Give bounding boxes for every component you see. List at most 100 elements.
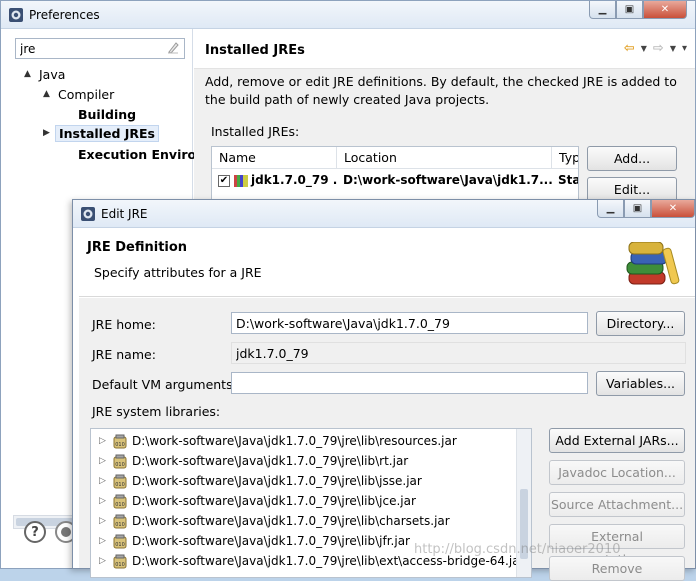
preferences-titlebar[interactable]: Preferences ▁ ▣ ✕ xyxy=(1,1,695,29)
tree-item-building[interactable]: Building xyxy=(78,105,136,123)
dialog-header: JRE Definition Specify attributes for a … xyxy=(79,228,695,297)
svg-text:010: 010 xyxy=(115,562,125,568)
library-path: D:\work-software\Java\jdk1.7.0_79\jre\li… xyxy=(132,454,409,468)
list-item[interactable]: ▷ 010 D:\work-software\Java\jdk1.7.0_79\jr… xyxy=(91,431,457,451)
library-path: D:\work-software\Java\jdk1.7.0_79\jre\li… xyxy=(132,514,450,528)
forward-dropdown-icon[interactable]: ▼ xyxy=(670,44,676,53)
variables-button[interactable]: Variables... xyxy=(596,371,685,396)
library-path: D:\work-software\Java\jdk1.7.0_79\jre\li… xyxy=(132,534,410,548)
tree-item-execution-environments[interactable]: Execution Enviro xyxy=(78,145,196,163)
svg-text:010: 010 xyxy=(115,442,125,448)
vm-arguments-label: Default VM arguments: xyxy=(92,377,237,392)
javadoc-location-button[interactable]: Javadoc Location... xyxy=(549,460,685,485)
jar-icon: 010 xyxy=(113,434,127,449)
tree-item-installed-jres[interactable]: Installed JREs xyxy=(55,124,160,142)
jre-library-banner-icon xyxy=(625,241,681,288)
svg-text:010: 010 xyxy=(115,522,125,528)
list-item[interactable]: ▷ 010 D:\work-software\Java\jdk1.7.0_79\jr… xyxy=(91,531,410,551)
vm-arguments-input[interactable] xyxy=(231,372,588,394)
svg-text:010: 010 xyxy=(115,542,125,548)
library-path: D:\work-software\Java\jdk1.7.0_79\jre\li… xyxy=(132,494,416,508)
system-libraries-label: JRE system libraries: xyxy=(92,404,221,419)
maximize-icon: ▣ xyxy=(624,4,635,15)
back-arrow-icon[interactable]: ⇦ xyxy=(624,41,635,56)
list-item[interactable]: ▷ 010 D:\work-software\Java\jdk1.7.0_79\jr… xyxy=(91,491,416,511)
directory-button[interactable]: Directory... xyxy=(596,311,685,336)
list-item[interactable]: ▷ 010 D:\work-software\Java\jdk1.7.0_79\jr… xyxy=(91,511,450,531)
installed-jres-table: Name Location Typ ✔ jdk1.7.0_79 ... D:\wo… xyxy=(211,146,579,206)
view-menu-icon[interactable]: ▾ xyxy=(682,43,687,54)
expand-icon[interactable]: ▷ xyxy=(99,496,109,506)
tree-item-compiler[interactable]: ▲ Compiler xyxy=(43,85,114,103)
close-icon: ✕ xyxy=(660,4,670,15)
help-button[interactable]: ? xyxy=(24,521,46,543)
expand-icon[interactable]: ▷ xyxy=(99,536,109,546)
column-header-type[interactable]: Typ xyxy=(552,147,578,169)
column-header-name[interactable]: Name xyxy=(212,147,337,169)
column-header-location[interactable]: Location xyxy=(337,147,552,169)
jar-icon: 010 xyxy=(113,494,127,509)
expand-icon[interactable]: ▷ xyxy=(99,516,109,526)
svg-text:010: 010 xyxy=(115,502,125,508)
page-title: Installed JREs xyxy=(205,43,305,58)
expand-icon[interactable]: ▷ xyxy=(99,556,109,566)
maximize-button[interactable]: ▣ xyxy=(624,200,651,218)
filter-box[interactable] xyxy=(15,38,185,59)
tree-item-label: Compiler xyxy=(58,86,115,102)
eclipse-app-icon xyxy=(80,206,96,222)
edit-jre-titlebar[interactable]: Edit JRE ▁ ▣ ✕ xyxy=(73,200,695,228)
default-jre-checkbox[interactable]: ✔ xyxy=(218,174,230,187)
back-dropdown-icon[interactable]: ▼ xyxy=(641,44,647,53)
list-item[interactable]: ▷ 010 D:\work-software\Java\jdk1.7.0_79\jr… xyxy=(91,471,422,491)
jar-icon: 010 xyxy=(113,474,127,489)
expand-icon[interactable]: ▶ xyxy=(43,128,53,138)
dialog-title: Edit JRE xyxy=(101,207,148,221)
eclipse-app-icon xyxy=(8,7,24,23)
filter-input[interactable] xyxy=(16,39,156,58)
page-description: Add, remove or edit JRE definitions. By … xyxy=(205,74,677,107)
minimize-icon: ▁ xyxy=(598,4,607,15)
jre-home-input[interactable] xyxy=(231,312,588,334)
tree-item-label: Java xyxy=(39,66,66,82)
collapse-icon[interactable]: ▲ xyxy=(24,69,34,79)
jre-location-cell: D:\work-software\Java\jdk1.7... xyxy=(343,173,552,187)
installed-jres-label: Installed JREs: xyxy=(211,124,300,139)
table-row[interactable]: ✔ jdk1.7.0_79 ... xyxy=(212,171,337,191)
jar-icon: 010 xyxy=(113,554,127,569)
collapse-icon[interactable]: ▲ xyxy=(43,89,53,99)
minimize-button[interactable]: ▁ xyxy=(597,200,624,218)
jre-name-label: JRE name: xyxy=(92,347,156,362)
expand-icon[interactable]: ▷ xyxy=(99,456,109,466)
page-header: Installed JREs ⇦ ▼ ⇨ ▼ ▾ xyxy=(194,29,695,69)
close-button[interactable]: ✕ xyxy=(651,200,695,218)
help-icon: ? xyxy=(31,524,39,540)
expand-icon[interactable]: ▷ xyxy=(99,476,109,486)
close-icon: ✕ xyxy=(668,203,678,214)
list-item[interactable]: ▷ 010 D:\work-software\Java\jdk1.7.0_79\jr… xyxy=(91,451,408,471)
forward-arrow-icon[interactable]: ⇨ xyxy=(653,41,664,56)
svg-text:010: 010 xyxy=(115,462,125,468)
tree-item-label: Building xyxy=(78,106,137,122)
source-attachment-button[interactable]: Source Attachment... xyxy=(549,492,685,517)
jre-library-icon xyxy=(234,174,248,187)
jre-name-input[interactable] xyxy=(231,342,686,364)
maximize-button[interactable]: ▣ xyxy=(616,1,643,19)
tree-item-installed-jres-row[interactable]: ▶ Installed JREs xyxy=(43,124,160,142)
minimize-button[interactable]: ▁ xyxy=(589,1,616,19)
clear-filter-icon[interactable] xyxy=(166,41,180,55)
expand-icon[interactable]: ▷ xyxy=(99,436,109,446)
jre-name-cell: jdk1.7.0_79 ... xyxy=(251,173,337,187)
jar-icon: 010 xyxy=(113,534,127,549)
tree-item-java[interactable]: ▲ Java xyxy=(24,65,65,83)
watermark: http://blog.csdn.net/niaoer2010 xyxy=(414,542,621,557)
dialog-header-title: JRE Definition xyxy=(87,240,188,255)
jre-type-cell: Stan xyxy=(558,173,578,187)
dialog-body: JRE home: Directory... JRE name: Default… xyxy=(79,298,695,581)
maximize-icon: ▣ xyxy=(632,203,643,214)
add-jre-button[interactable]: Add... xyxy=(587,146,677,171)
jar-icon: 010 xyxy=(113,514,127,529)
window-title: Preferences xyxy=(29,8,100,22)
library-path: D:\work-software\Java\jdk1.7.0_79\jre\li… xyxy=(132,434,457,448)
close-button[interactable]: ✕ xyxy=(643,1,687,19)
add-external-jars-button[interactable]: Add External JARs... xyxy=(549,428,685,453)
